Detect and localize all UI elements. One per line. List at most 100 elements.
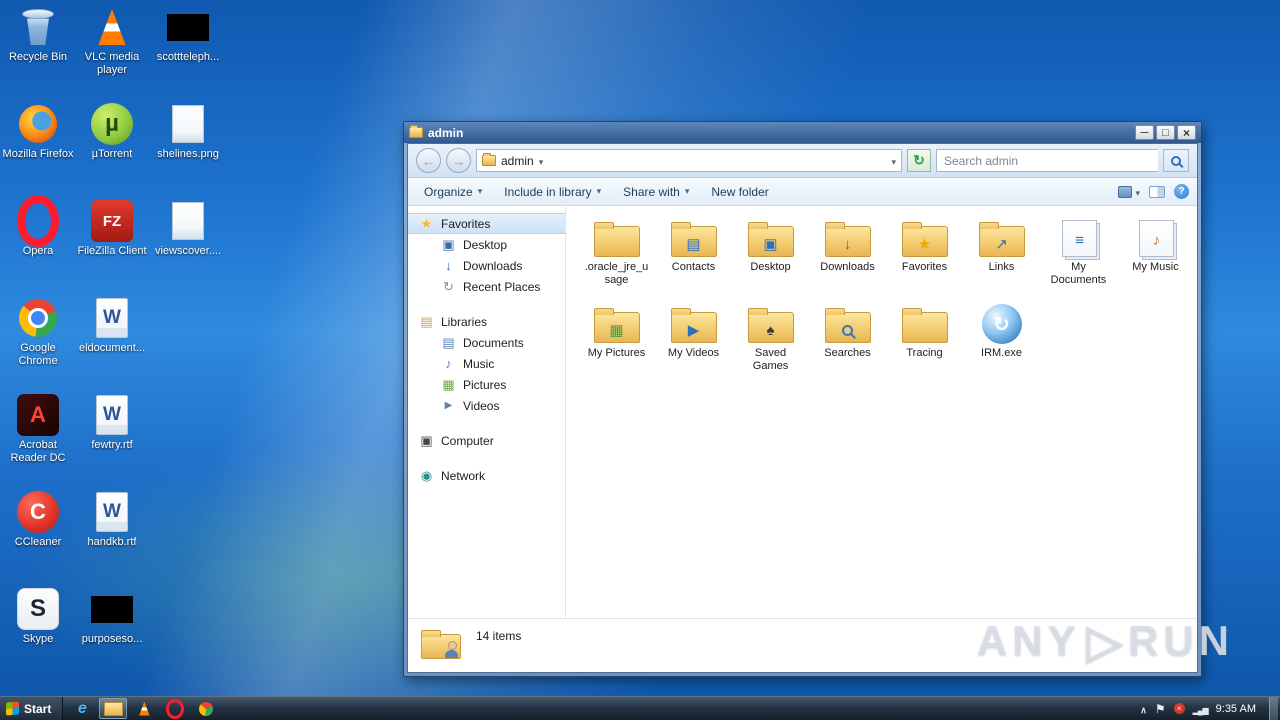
window-titlebar[interactable]: admin bbox=[404, 122, 1201, 143]
search-input[interactable]: Search admin bbox=[936, 149, 1158, 172]
file-item[interactable]: ↻ IRM.exe bbox=[963, 302, 1040, 388]
items-count: 14 items bbox=[476, 629, 522, 643]
toolbar-button[interactable]: Organize bbox=[416, 181, 490, 203]
sidebar-item-label: Recent Places bbox=[463, 279, 541, 294]
taskbar-app-icon bbox=[199, 702, 213, 716]
desktop-icon-label: FileZilla Client bbox=[77, 245, 147, 257]
breadcrumb-dropdown-icon[interactable] bbox=[539, 154, 544, 168]
taskbar-app-button[interactable] bbox=[161, 698, 189, 719]
file-label: Downloads bbox=[820, 261, 875, 273]
file-item[interactable]: ↓ Downloads bbox=[809, 216, 886, 302]
file-item[interactable]: ♠ Saved Games bbox=[732, 302, 809, 388]
toolbar-button[interactable]: New folder bbox=[703, 181, 776, 203]
desktop-icon[interactable]: Google Chrome bbox=[0, 297, 76, 378]
file-item[interactable]: ↗ Links bbox=[963, 216, 1040, 302]
sidebar-item[interactable]: Music bbox=[408, 353, 565, 374]
windows-logo-icon bbox=[6, 701, 19, 716]
file-item[interactable]: ▤ Contacts bbox=[655, 216, 732, 302]
toolbar-button[interactable]: Include in library bbox=[496, 181, 609, 203]
file-icon-overlay: ↓ bbox=[843, 236, 852, 253]
desktop-icon[interactable]: CCleaner bbox=[0, 491, 76, 572]
window-controls bbox=[1135, 125, 1196, 140]
sidebar-item[interactable]: Network bbox=[408, 465, 565, 486]
sidebar-item[interactable]: Documents bbox=[408, 332, 565, 353]
address-bar[interactable]: admin bbox=[476, 149, 902, 172]
sidebar-item[interactable]: Pictures bbox=[408, 374, 565, 395]
maximize-button[interactable] bbox=[1156, 125, 1175, 140]
taskbar-clock[interactable]: 9:35 AM bbox=[1216, 703, 1256, 715]
minimize-button[interactable] bbox=[1135, 125, 1154, 140]
file-item[interactable]: ▶ My Videos bbox=[655, 302, 732, 388]
desktop-icon-label: viewscover.... bbox=[154, 245, 222, 257]
desktop-icon-label: Google Chrome bbox=[18, 342, 58, 367]
views-button[interactable] bbox=[1118, 185, 1140, 199]
file-item[interactable]: ▣ Desktop bbox=[732, 216, 809, 302]
taskbar-app-icon bbox=[78, 700, 87, 718]
sidebar-item-label: Documents bbox=[463, 335, 524, 350]
refresh-button[interactable] bbox=[907, 149, 931, 172]
desktop-icon[interactable]: Skype bbox=[0, 588, 76, 669]
desktop-icon-label: Mozilla Firefox bbox=[2, 148, 74, 160]
file-item[interactable]: ≡ My Documents bbox=[1040, 216, 1117, 302]
desktop-icon[interactable]: FileZilla Client bbox=[74, 200, 150, 281]
sidebar-item[interactable]: Computer bbox=[408, 430, 565, 451]
taskbar-app-icon bbox=[166, 699, 184, 719]
desktop-icon[interactable]: shelines.png bbox=[150, 103, 226, 184]
file-icon bbox=[824, 304, 872, 344]
sidebar-item-label: Favorites bbox=[441, 216, 491, 231]
sidebar-item[interactable]: Libraries bbox=[408, 311, 565, 332]
file-icon bbox=[901, 304, 949, 344]
close-button[interactable] bbox=[1177, 125, 1196, 140]
taskbar-app-button[interactable] bbox=[130, 698, 158, 719]
search-button[interactable] bbox=[1163, 149, 1189, 172]
desktop-icon[interactable]: Mozilla Firefox bbox=[0, 103, 76, 184]
file-item[interactable]: .oracle_jre_usage bbox=[578, 216, 655, 302]
address-history-dropdown-icon[interactable] bbox=[891, 154, 896, 168]
taskbar-app-button[interactable] bbox=[68, 698, 96, 719]
file-icon-overlay bbox=[842, 325, 853, 336]
desktop-icon[interactable]: eldocument... bbox=[74, 297, 150, 378]
desktop-icon[interactable]: fewtry.rtf bbox=[74, 394, 150, 475]
file-icon bbox=[593, 218, 641, 258]
preview-pane-button[interactable] bbox=[1149, 185, 1165, 198]
desktop-icon[interactable]: Acrobat Reader DC bbox=[0, 394, 76, 475]
file-label: My Pictures bbox=[587, 347, 646, 359]
desktop-icon[interactable]: Recycle Bin bbox=[0, 6, 76, 87]
desktop-icon[interactable]: scottteleph... bbox=[150, 6, 226, 87]
forward-button[interactable] bbox=[446, 148, 471, 173]
desktop-icon[interactable]: viewscover.... bbox=[150, 200, 226, 281]
sidebar-item[interactable]: Videos bbox=[408, 395, 565, 416]
file-item[interactable]: ♪ My Music bbox=[1117, 216, 1194, 302]
window-title: admin bbox=[428, 125, 464, 140]
notification-icon[interactable] bbox=[1173, 703, 1185, 714]
file-label: .oracle_jre_usage bbox=[584, 261, 649, 286]
help-button[interactable] bbox=[1174, 184, 1189, 199]
desktop-icon[interactable]: VLC media player bbox=[74, 6, 150, 87]
file-item[interactable]: ▦ My Pictures bbox=[578, 302, 655, 388]
window-folder-icon bbox=[409, 125, 423, 138]
sidebar-item-label: Libraries bbox=[441, 314, 488, 329]
file-item[interactable]: Tracing bbox=[886, 302, 963, 388]
back-button[interactable] bbox=[416, 148, 441, 173]
system-tray: 9:35 AM bbox=[1140, 696, 1280, 720]
sidebar-item[interactable]: Downloads bbox=[408, 255, 565, 276]
sidebar-item[interactable]: Recent Places bbox=[408, 276, 565, 297]
taskbar-app-button[interactable] bbox=[99, 698, 128, 719]
action-center-icon[interactable] bbox=[1155, 700, 1166, 718]
desktop-icon[interactable]: handkb.rtf bbox=[74, 491, 150, 572]
sidebar-item[interactable]: Desktop bbox=[408, 234, 565, 255]
taskbar-app-button[interactable] bbox=[192, 698, 220, 719]
desktop-icon[interactable]: purposeso... bbox=[74, 588, 150, 669]
toolbar-button[interactable]: Share with bbox=[615, 181, 697, 203]
network-tray-icon[interactable] bbox=[1193, 700, 1208, 718]
show-desktop-button[interactable] bbox=[1269, 696, 1278, 720]
sidebar-item[interactable]: Favorites bbox=[408, 213, 565, 234]
desktop-icon[interactable]: µTorrent bbox=[74, 103, 150, 184]
start-button[interactable]: Start bbox=[0, 697, 64, 720]
address-breadcrumb[interactable]: admin bbox=[501, 154, 534, 168]
desktop-icon[interactable]: Opera bbox=[0, 200, 76, 281]
file-item[interactable]: Searches bbox=[809, 302, 886, 388]
file-icon-overlay: ▦ bbox=[609, 322, 624, 339]
hidden-icons-button[interactable] bbox=[1140, 700, 1147, 718]
file-item[interactable]: ★ Favorites bbox=[886, 216, 963, 302]
